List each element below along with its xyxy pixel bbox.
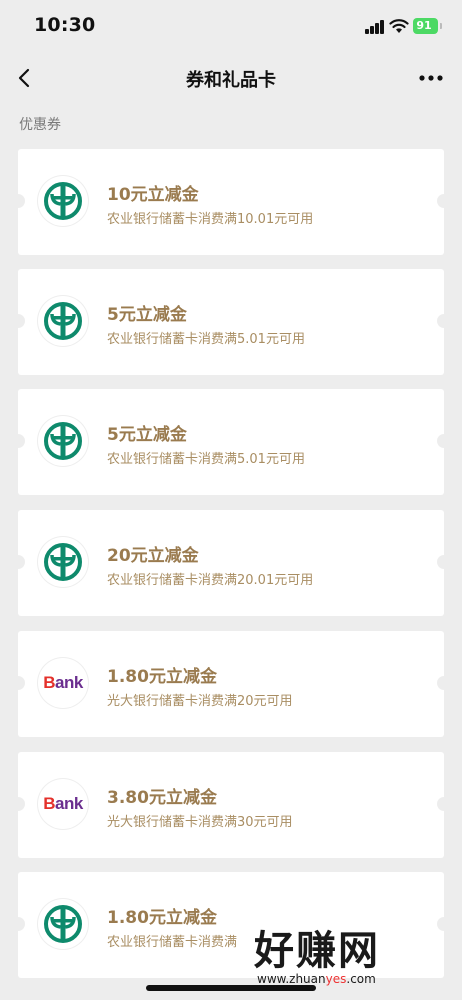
coupon-title: 1.80元立减金 — [107, 908, 217, 928]
coupon-desc: 农业银行储蓄卡消费满10.01元可用 — [107, 212, 314, 227]
coupon-card[interactable]: Bank 1.80元立减金 光大银行储蓄卡消费满20元可用 — [18, 631, 444, 737]
coupon-desc: 农业银行储蓄卡消费满5.01元可用 — [107, 452, 305, 467]
card-notch — [18, 917, 25, 931]
watermark-url-prefix: www.zhuan — [257, 972, 326, 986]
card-notch — [437, 434, 444, 448]
abc-bank-logo-icon — [38, 537, 88, 587]
coupon-title: 1.80元立减金 — [107, 667, 217, 687]
card-notch — [18, 194, 25, 208]
coupon-title: 5元立减金 — [107, 425, 187, 445]
coupon-card[interactable]: 20元立减金 农业银行储蓄卡消费满20.01元可用 — [18, 510, 444, 616]
coupon-card[interactable]: 10元立减金 农业银行储蓄卡消费满10.01元可用 — [18, 149, 444, 255]
card-notch — [437, 797, 444, 811]
home-indicator — [146, 985, 316, 991]
bank-logo-text: Bank — [43, 794, 83, 813]
abc-bank-logo-icon — [38, 899, 88, 949]
coupon-card[interactable]: 5元立减金 农业银行储蓄卡消费满5.01元可用 — [18, 389, 444, 495]
watermark-main: 好赚网 — [254, 928, 380, 974]
card-notch — [437, 555, 444, 569]
coupon-list: 10元立减金 农业银行储蓄卡消费满10.01元可用 5元立减金 农业银行储蓄卡消… — [0, 0, 462, 1000]
coupon-card[interactable]: Bank 3.80元立减金 光大银行储蓄卡消费满30元可用 — [18, 752, 444, 858]
card-notch — [18, 434, 25, 448]
watermark-url: www.zhuanyes.com — [257, 972, 376, 986]
site-watermark: 好赚网 www.zhuanyes.com — [254, 918, 454, 988]
abc-bank-logo-icon — [38, 296, 88, 346]
coupon-card[interactable]: 5元立减金 农业银行储蓄卡消费满5.01元可用 — [18, 269, 444, 375]
watermark-url-suffix: .com — [346, 972, 376, 986]
coupon-title: 10元立减金 — [107, 185, 199, 205]
watermark-url-highlight: yes — [325, 972, 347, 986]
card-notch — [18, 676, 25, 690]
coupon-desc: 农业银行储蓄卡消费满5.01元可用 — [107, 332, 305, 347]
coupon-desc: 光大银行储蓄卡消费满20元可用 — [107, 694, 293, 709]
abc-bank-logo-icon — [38, 176, 88, 226]
card-notch — [18, 797, 25, 811]
card-notch — [437, 314, 444, 328]
coupon-title: 5元立减金 — [107, 305, 187, 325]
ceb-bank-logo-icon: Bank — [38, 658, 88, 708]
coupon-desc: 光大银行储蓄卡消费满30元可用 — [107, 815, 293, 830]
coupon-desc: 农业银行储蓄卡消费满20.01元可用 — [107, 573, 314, 588]
abc-bank-logo-icon — [38, 416, 88, 466]
coupon-title: 20元立减金 — [107, 546, 199, 566]
card-notch — [18, 314, 25, 328]
ceb-bank-logo-icon: Bank — [38, 779, 88, 829]
card-notch — [18, 555, 25, 569]
card-notch — [437, 194, 444, 208]
coupon-desc: 农业银行储蓄卡消费满 — [107, 935, 238, 950]
card-notch — [437, 676, 444, 690]
coupon-title: 3.80元立减金 — [107, 788, 217, 808]
bank-logo-text: Bank — [43, 673, 83, 692]
